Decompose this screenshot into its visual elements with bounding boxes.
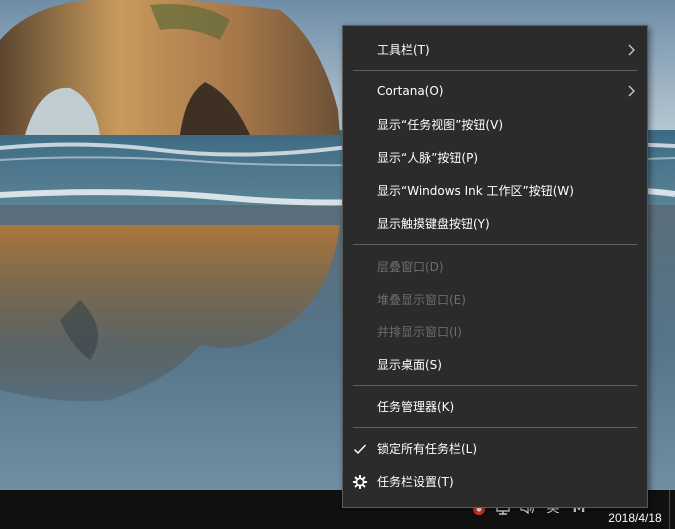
menu-item-lock-all-taskbars[interactable]: 锁定所有任务栏(L): [343, 433, 647, 465]
menu-item-label: 任务栏设置(T): [377, 475, 454, 489]
menu-item-label: 并排显示窗口(I): [377, 325, 462, 339]
menu-item-label: 锁定所有任务栏(L): [377, 442, 478, 456]
menu-item-label: 工具栏(T): [377, 43, 430, 57]
chevron-right-icon: [628, 44, 635, 56]
menu-item-label: 显示“Windows Ink 工作区”按钮(W): [377, 184, 574, 198]
gear-icon: [353, 475, 367, 489]
menu-item-cascade-windows: 层叠窗口(D): [343, 251, 647, 283]
menu-item-label: 堆叠显示窗口(E): [377, 293, 466, 307]
taskbar-context-menu: 工具栏(T) Cortana(O) 显示“任务视图”按钮(V) 显示“人脉”按钮…: [342, 25, 648, 508]
menu-item-cortana[interactable]: Cortana(O): [343, 75, 647, 107]
menu-item-taskbar-settings[interactable]: 任务栏设置(T): [343, 466, 647, 498]
menu-item-side-by-side-windows: 并排显示窗口(I): [343, 316, 647, 348]
menu-item-toolbars[interactable]: 工具栏(T): [343, 34, 647, 66]
menu-item-label: 任务管理器(K): [377, 400, 455, 414]
menu-separator: [353, 70, 637, 71]
menu-item-stack-windows: 堆叠显示窗口(E): [343, 284, 647, 316]
chevron-right-icon: [628, 85, 635, 97]
menu-separator: [353, 244, 637, 245]
menu-item-show-task-view-button[interactable]: 显示“任务视图”按钮(V): [343, 109, 647, 141]
show-desktop-button[interactable]: [669, 490, 675, 529]
menu-item-label: 显示桌面(S): [377, 358, 442, 372]
menu-separator: [353, 385, 637, 386]
menu-item-label: 层叠窗口(D): [377, 260, 444, 274]
checkmark-icon: [354, 444, 367, 455]
menu-item-show-desktop[interactable]: 显示桌面(S): [343, 349, 647, 381]
menu-item-label: Cortana(O): [377, 84, 444, 98]
taskbar-clock-date[interactable]: 2018/4/18: [600, 510, 670, 526]
menu-item-task-manager[interactable]: 任务管理器(K): [343, 391, 647, 423]
menu-item-label: 显示“人脉”按钮(P): [377, 151, 479, 165]
menu-item-show-windows-ink-button[interactable]: 显示“Windows Ink 工作区”按钮(W): [343, 175, 647, 207]
menu-item-label: 显示触摸键盘按钮(Y): [377, 217, 490, 231]
menu-item-label: 显示“任务视图”按钮(V): [377, 118, 504, 132]
menu-separator: [353, 427, 637, 428]
menu-item-show-people-button[interactable]: 显示“人脉”按钮(P): [343, 142, 647, 174]
menu-item-show-touch-keyboard-button[interactable]: 显示触摸键盘按钮(Y): [343, 208, 647, 240]
